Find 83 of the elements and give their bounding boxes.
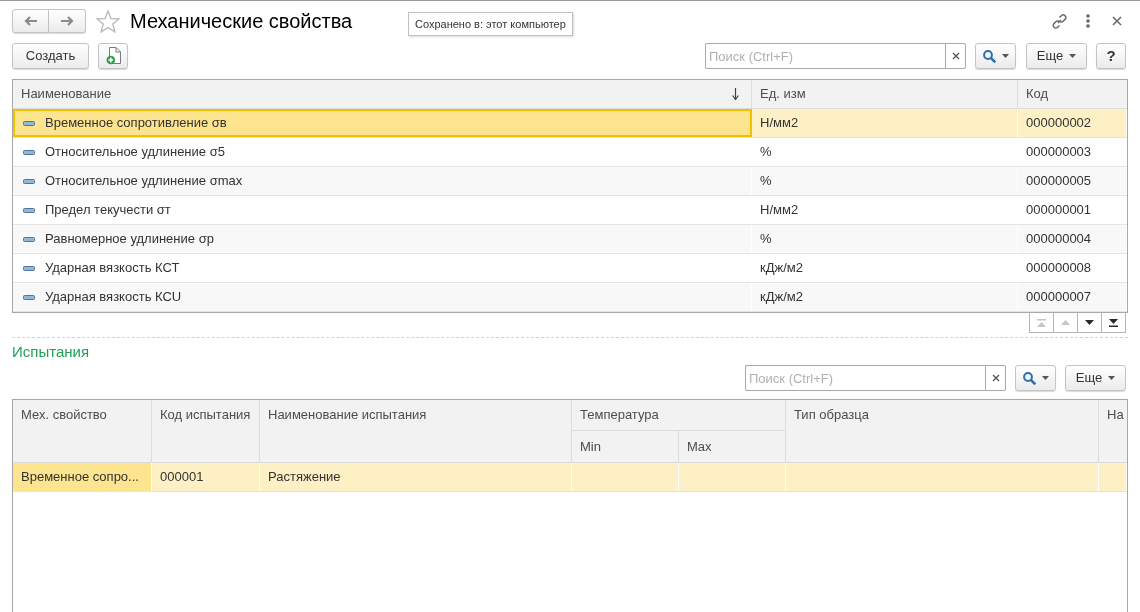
triangle-bar-down-icon xyxy=(1109,318,1118,327)
item-icon xyxy=(23,120,35,126)
table-cell: 000000003 xyxy=(1018,138,1127,166)
clear-icon xyxy=(991,374,1000,382)
window-title: Механические свойства xyxy=(130,9,353,33)
table-cell: 000000002 xyxy=(1018,109,1127,137)
property-name: Относительное удлинение σ5 xyxy=(45,143,225,162)
search-icon xyxy=(1022,371,1036,385)
property-name: Ударная вязкость КСU xyxy=(45,288,182,307)
column-header[interactable]: Наименование xyxy=(13,80,752,108)
property-name: Равномерное удлинение σр xyxy=(45,230,214,249)
table-row[interactable]: Временное сопротивление σв Н/мм2 000000002 xyxy=(13,109,1127,138)
item-icon xyxy=(23,149,35,155)
section-title: Испытания xyxy=(12,343,89,361)
table-cell: 000000005 xyxy=(1018,167,1127,195)
column-header[interactable]: На xyxy=(1099,400,1127,462)
table-cell: % xyxy=(752,225,1018,253)
tooltip: Сохранено в: этот компьютер xyxy=(408,12,573,36)
star-icon[interactable] xyxy=(96,9,120,33)
column-header[interactable]: Min xyxy=(572,431,679,462)
table-cell: Растяжение xyxy=(260,463,572,491)
table-row[interactable]: Ударная вязкость КСU кДж/м2 000000007 xyxy=(13,283,1127,312)
table-cell: % xyxy=(752,167,1018,195)
table-row[interactable]: Относительное удлинение σmax % 000000005 xyxy=(13,167,1127,196)
column-header[interactable]: Мех. свойство xyxy=(13,400,152,462)
search-icon xyxy=(982,49,996,63)
search-button[interactable] xyxy=(975,43,1016,69)
arrow-right-icon xyxy=(60,16,74,26)
search-button[interactable] xyxy=(1015,365,1056,391)
column-header[interactable]: Код xyxy=(1018,80,1127,108)
item-icon xyxy=(23,265,35,271)
column-header[interactable]: Тип образца xyxy=(786,400,1099,462)
forward-button[interactable] xyxy=(49,9,86,33)
arrow-left-icon xyxy=(23,16,38,26)
bar-triangle-up-icon xyxy=(1037,318,1046,327)
table-cell: кДж/м2 xyxy=(752,254,1018,282)
table-cell: 000001 xyxy=(152,463,260,491)
link-icon[interactable] xyxy=(1051,12,1068,30)
column-header[interactable]: Температура xyxy=(572,400,786,431)
table-row[interactable]: Временное сопро... 000001 Растяжение xyxy=(13,463,1127,492)
item-icon xyxy=(23,207,35,213)
document-add-icon xyxy=(105,47,121,65)
jump-to-bottom-button[interactable] xyxy=(1101,313,1126,333)
column-header[interactable]: Код испытания xyxy=(152,400,260,462)
create-button[interactable]: Создать xyxy=(12,43,89,69)
triangle-up-icon xyxy=(1061,320,1070,325)
add-document-button[interactable] xyxy=(98,43,128,69)
property-name: Временное сопротивление σв xyxy=(45,114,227,133)
search-field[interactable]: Поиск (Ctrl+F) xyxy=(705,43,945,69)
item-icon xyxy=(23,236,35,242)
search-field[interactable]: Поиск (Ctrl+F) xyxy=(745,365,985,391)
item-icon xyxy=(23,294,35,300)
caret-icon xyxy=(1041,376,1049,380)
table-cell: кДж/м2 xyxy=(752,283,1018,311)
column-header[interactable]: Ед. изм xyxy=(752,80,1018,108)
help-button[interactable]: ? xyxy=(1096,43,1126,69)
clear-button[interactable] xyxy=(945,43,966,69)
table-cell: 000000001 xyxy=(1018,196,1127,224)
table-cell: 000000004 xyxy=(1018,225,1127,253)
table-cell: 000000008 xyxy=(1018,254,1127,282)
table-cell: % xyxy=(752,138,1018,166)
table-cell: Н/мм2 xyxy=(752,196,1018,224)
table-cell: Н/мм2 xyxy=(752,109,1018,137)
more-icon[interactable] xyxy=(1086,14,1090,28)
more-button[interactable]: Еще xyxy=(1065,365,1126,391)
more-button[interactable]: Еще xyxy=(1026,43,1087,69)
table-row[interactable]: Равномерное удлинение σр % 000000004 xyxy=(13,225,1127,254)
property-name: Относительное удлинение σmax xyxy=(45,172,243,191)
column-header[interactable]: Наименование испытания xyxy=(260,400,572,462)
close-icon[interactable] xyxy=(1112,16,1122,26)
clear-button[interactable] xyxy=(985,365,1006,391)
caret-icon xyxy=(1069,54,1077,58)
caret-icon xyxy=(1001,54,1009,58)
property-name: Ударная вязкость КСТ xyxy=(45,259,180,278)
table-cell: 000000007 xyxy=(1018,283,1127,311)
table-cell: Временное сопро... xyxy=(13,463,152,491)
item-icon xyxy=(23,178,35,184)
column-header[interactable]: Max xyxy=(679,431,786,462)
caret-icon xyxy=(1108,376,1116,380)
triangle-down-icon xyxy=(1085,320,1094,325)
back-button[interactable] xyxy=(12,9,49,33)
clear-icon xyxy=(951,52,960,60)
property-name: Предел текучести σт xyxy=(45,201,171,220)
